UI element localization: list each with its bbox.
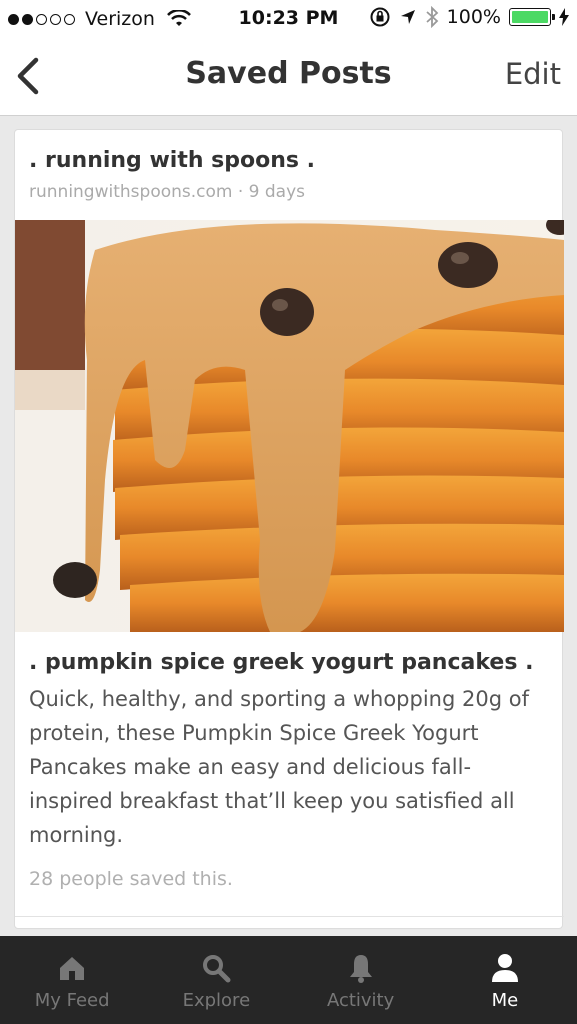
tab-bar: My Feed Explore Activity Me: [0, 936, 577, 1024]
page-title: Saved Posts: [185, 56, 392, 91]
tab-label: Explore: [182, 990, 251, 1011]
tab-label: Activity: [326, 990, 395, 1011]
tab-label: My Feed: [34, 990, 110, 1011]
home-icon: [60, 957, 85, 980]
navigation-bar: Saved Posts Edit: [0, 38, 577, 116]
post-title[interactable]: . pumpkin spice greek yogurt pancakes .: [29, 650, 533, 675]
tab-me[interactable]: Me: [433, 936, 577, 1024]
bell-icon: [349, 955, 372, 983]
divider: [15, 916, 564, 917]
status-bar: Verizon 10:23 PM 100%: [0, 0, 577, 38]
person-icon: [491, 954, 518, 982]
saved-post-card[interactable]: . running with spoons . runningwithspoon…: [14, 129, 564, 929]
status-right: 100%: [369, 6, 569, 28]
orientation-lock-icon: [370, 7, 390, 27]
tab-activity[interactable]: Activity: [289, 936, 433, 1024]
tab-label: Me: [491, 990, 519, 1011]
charging-bolt-icon: [559, 8, 569, 26]
battery-icon: [509, 8, 555, 26]
pumpkin-pancakes-photo-icon: [15, 220, 564, 632]
post-description: Quick, healthy, and sporting a whopping …: [29, 687, 529, 847]
post-image[interactable]: [15, 220, 564, 632]
edit-button[interactable]: Edit: [505, 57, 561, 91]
tab-explore[interactable]: Explore: [144, 936, 288, 1024]
tab-my-feed[interactable]: My Feed: [0, 936, 144, 1024]
location-arrow-icon: [400, 10, 415, 24]
bluetooth-icon: [426, 6, 438, 28]
post-source-name[interactable]: . running with spoons .: [29, 148, 315, 173]
post-meta: runningwithspoons.com · 9 days: [29, 182, 306, 202]
saved-count[interactable]: 28 people saved this.: [29, 868, 233, 890]
search-icon: [203, 955, 231, 983]
battery-percent: 100%: [446, 6, 501, 28]
